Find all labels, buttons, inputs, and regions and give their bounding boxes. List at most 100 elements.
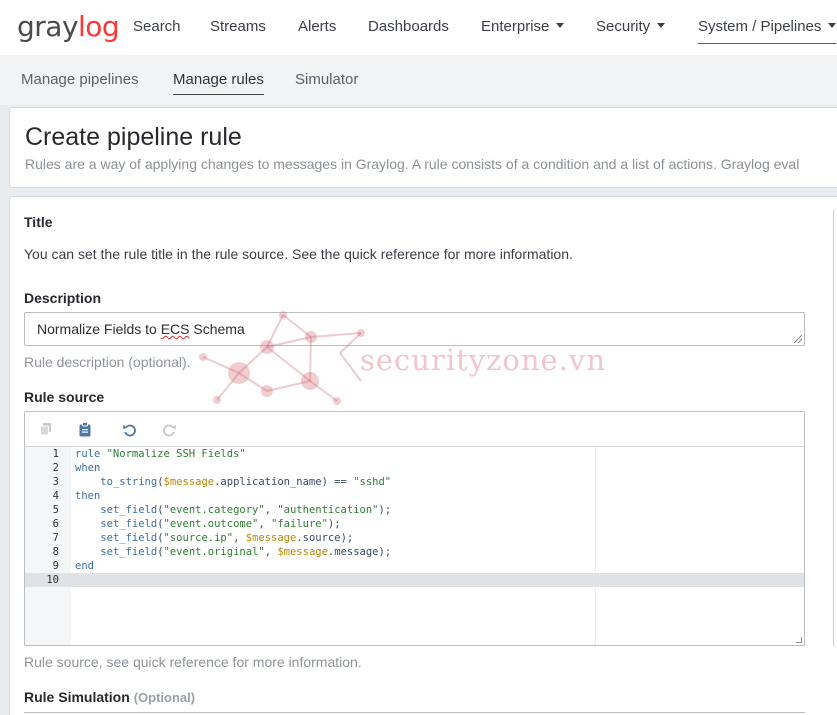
code-token: .application_name) == xyxy=(214,476,354,488)
nav-dashboards[interactable]: Dashboards xyxy=(368,18,449,35)
description-help-text: Rule description (optional). xyxy=(24,354,191,370)
nav-system-pipelines[interactable]: System / Pipelines xyxy=(698,18,837,44)
rule-simulation-title: Rule Simulation xyxy=(24,689,130,705)
nav-system-label: System / Pipelines xyxy=(698,18,822,35)
code-token: end xyxy=(75,560,94,572)
code-token: then xyxy=(75,490,101,502)
editor-toolbar xyxy=(25,412,804,447)
rule-source-label: Rule source xyxy=(24,389,105,405)
rule-simulation-label: Rule Simulation (Optional) xyxy=(24,689,195,705)
line-number: 10 xyxy=(46,574,59,586)
code-token: "Normalize SSH Fields" xyxy=(106,448,246,460)
code-token: "sshd" xyxy=(353,476,392,488)
line-number: 9 xyxy=(52,560,59,572)
logo-text-accent: log xyxy=(78,10,120,43)
code-token: $message xyxy=(277,546,328,558)
logo-text: gray xyxy=(17,10,79,43)
sub-navbar: Manage pipelines Manage rules Simulator xyxy=(0,55,837,105)
code-token: , xyxy=(264,504,278,516)
caret-down-icon xyxy=(556,23,565,28)
code-token: ); xyxy=(378,504,392,516)
line-number: 7 xyxy=(52,532,59,544)
active-line-highlight xyxy=(25,573,804,587)
nav-security-label: Security xyxy=(596,18,651,35)
code-token: "event.original" xyxy=(163,546,265,558)
code-token: to_string xyxy=(100,476,158,488)
copy-icon[interactable] xyxy=(37,420,55,438)
code-line: set_field("event.outcome", "failure"); xyxy=(75,517,341,531)
scrollbar-track[interactable] xyxy=(833,210,837,646)
code-line: when xyxy=(75,461,100,475)
code-line: set_field("event.original", $message.mes… xyxy=(75,545,391,559)
optional-tag: (Optional) xyxy=(133,690,196,705)
undo-icon[interactable] xyxy=(120,420,138,438)
code-line: then xyxy=(75,489,100,503)
page-header-panel: Create pipeline rule Rules are a way of … xyxy=(9,107,837,188)
code-token: "failure" xyxy=(271,518,328,530)
description-input[interactable]: Normalize Fields to ECS Schema xyxy=(24,312,805,346)
resize-grip-icon[interactable] xyxy=(794,335,802,343)
code-line: set_field("event.category", "authenticat… xyxy=(75,503,391,517)
code-token: "event.outcome" xyxy=(163,518,259,530)
code-token: set_field xyxy=(100,518,158,530)
code-token: , xyxy=(233,532,246,544)
code-token: "event.category" xyxy=(163,504,265,516)
redo-icon[interactable] xyxy=(160,420,178,438)
description-label: Description xyxy=(24,290,102,306)
code-token: $message xyxy=(245,532,297,544)
line-number: 1 xyxy=(52,448,59,460)
code-token: $message xyxy=(163,476,215,488)
line-number: 5 xyxy=(52,504,59,516)
description-value-rest: Schema xyxy=(189,321,245,337)
code-line: end xyxy=(75,559,94,573)
code-token: .message); xyxy=(327,546,392,558)
code-token: "source.ip" xyxy=(163,532,234,544)
rule-source-editor[interactable]: 1 rule "Normalize SSH Fields" 2 when 3 to_st… xyxy=(24,411,805,646)
code-token: set_field xyxy=(100,532,158,544)
graylog-logo[interactable]: graylog xyxy=(17,10,120,43)
resize-grip-icon[interactable] xyxy=(796,637,802,643)
caret-down-icon xyxy=(657,23,666,28)
line-number: 2 xyxy=(52,462,59,474)
nav-alerts[interactable]: Alerts xyxy=(298,18,336,35)
page-description: Rules are a way of applying changes to m… xyxy=(25,156,800,172)
code-token: rule xyxy=(75,448,107,460)
nav-enterprise[interactable]: Enterprise xyxy=(481,18,565,35)
code-token: , xyxy=(264,546,278,558)
watermark-text: securityzone.vn xyxy=(360,343,606,377)
nav-search[interactable]: Search xyxy=(133,18,181,35)
rule-source-help-text: Rule source, see quick reference for mor… xyxy=(24,654,362,670)
print-margin xyxy=(595,447,596,645)
title-help-text: You can set the rule title in the rule s… xyxy=(24,246,573,262)
page-title: Create pipeline rule xyxy=(25,123,242,151)
code-line: to_string($message.application_name) == … xyxy=(75,475,391,489)
code-line: rule "Normalize SSH Fields" xyxy=(75,447,246,461)
nav-streams[interactable]: Streams xyxy=(210,18,266,35)
top-navbar: graylog Search Streams Alerts Dashboards… xyxy=(0,0,837,55)
spellcheck-word: ECS xyxy=(160,321,190,337)
code-token: , xyxy=(258,518,272,530)
code-token: .source); xyxy=(296,532,354,544)
nav-enterprise-label: Enterprise xyxy=(481,18,550,35)
code-token: ); xyxy=(327,518,341,530)
subnav-manage-pipelines[interactable]: Manage pipelines xyxy=(21,71,139,88)
caret-down-icon xyxy=(828,23,837,28)
code-token: set_field xyxy=(100,504,158,516)
code-token: when xyxy=(75,462,101,474)
paste-icon[interactable] xyxy=(76,420,94,438)
code-token: set_field xyxy=(100,546,158,558)
nav-security[interactable]: Security xyxy=(596,18,666,35)
line-number: 4 xyxy=(52,490,59,502)
line-number: 6 xyxy=(52,518,59,530)
line-number: 3 xyxy=(52,476,59,488)
subnav-simulator[interactable]: Simulator xyxy=(295,71,358,88)
line-number: 8 xyxy=(52,546,59,558)
subnav-manage-rules[interactable]: Manage rules xyxy=(173,71,264,95)
code-line: set_field("source.ip", $message.source); xyxy=(75,531,353,545)
title-label: Title xyxy=(24,214,53,230)
code-token: "authentication" xyxy=(277,504,379,516)
